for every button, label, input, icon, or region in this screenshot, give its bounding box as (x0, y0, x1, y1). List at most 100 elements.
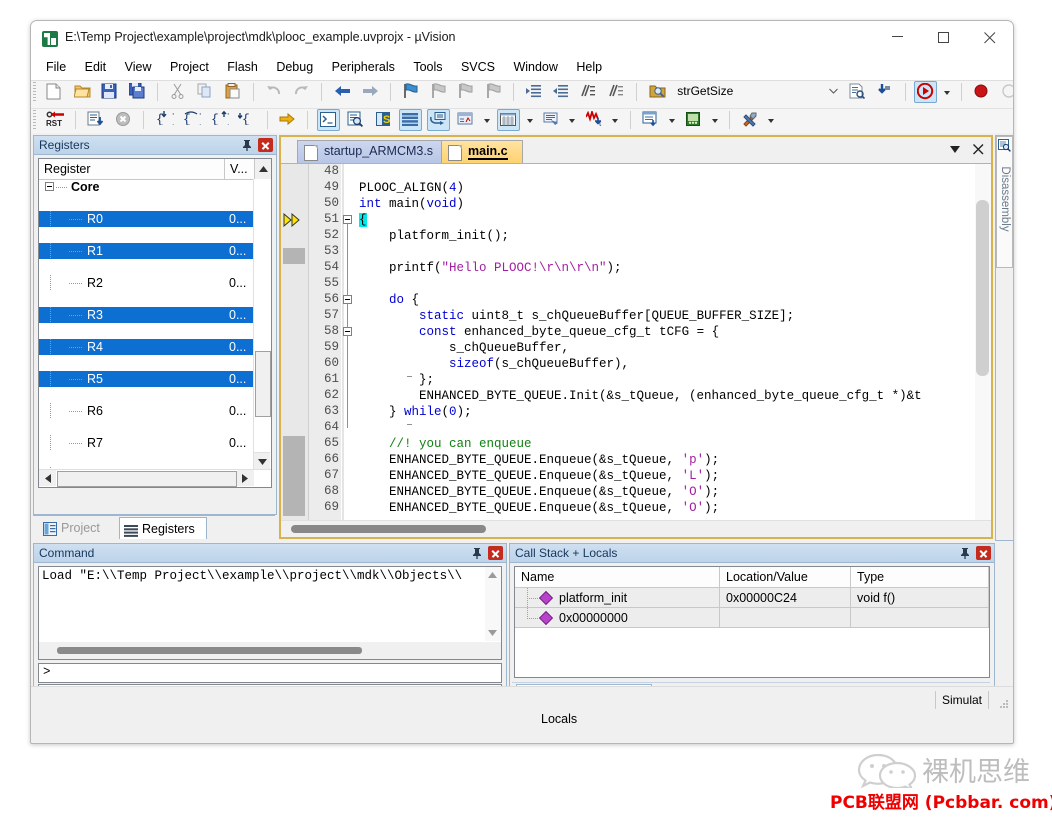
indent-left-icon[interactable] (550, 81, 573, 103)
callstack-row[interactable]: 0x00000000 (515, 608, 989, 628)
column-header-type[interactable]: Type (851, 567, 989, 587)
close-button[interactable] (967, 21, 1013, 51)
close-icon[interactable] (488, 546, 503, 560)
register-row-r1[interactable]: R1 0... (39, 243, 254, 259)
register-row-r6[interactable]: R6 0... (39, 403, 254, 419)
scroll-left-button[interactable] (39, 470, 56, 486)
tab-registers[interactable]: Registers (119, 517, 207, 539)
symbols-window-icon[interactable]: S (372, 109, 395, 131)
memory-window-dropdown-arrow[interactable] (525, 109, 536, 131)
logic-analyzer-dropdown-arrow[interactable] (610, 109, 621, 131)
register-row-r2[interactable]: R2 0... (39, 275, 254, 291)
navigate-back-icon[interactable] (331, 81, 354, 103)
scrollbar-thumb[interactable] (57, 647, 362, 654)
register-row-r0[interactable]: R0 0... (39, 211, 254, 227)
callstack-row[interactable]: platform_init 0x00000C24 void f() (515, 588, 989, 608)
fold-toggle-icon[interactable] (343, 215, 352, 224)
insert-breakpoint-icon[interactable] (970, 81, 993, 103)
column-header-register[interactable]: Register (39, 159, 225, 179)
menu-edit[interactable]: Edit (78, 57, 114, 79)
debug-options-dropdown-arrow[interactable] (942, 81, 953, 103)
disassembly-side-tab[interactable]: Disassembly (995, 135, 1013, 541)
serial-window-icon[interactable] (540, 109, 563, 131)
find-next-icon[interactable] (846, 81, 869, 103)
window-list-dropdown-icon[interactable] (945, 140, 965, 158)
resize-grip-icon[interactable] (998, 698, 1010, 710)
save-all-icon[interactable] (126, 81, 149, 103)
command-window-icon[interactable] (316, 109, 340, 131)
menu-window[interactable]: Window (506, 57, 564, 79)
scroll-right-button[interactable] (237, 470, 254, 486)
trace-window-icon[interactable] (639, 109, 662, 131)
watch-window-icon[interactable] (454, 109, 477, 131)
trace-window-dropdown-arrow[interactable] (667, 109, 678, 131)
scrollbar-thumb[interactable] (57, 471, 237, 487)
pin-icon[interactable] (240, 138, 254, 152)
minimize-button[interactable] (875, 21, 921, 51)
menu-peripherals[interactable]: Peripherals (325, 57, 402, 79)
close-icon[interactable] (976, 546, 991, 560)
register-row-r4[interactable]: R4 0... (39, 339, 254, 355)
insert-bookmark-icon[interactable] (873, 81, 896, 103)
command-output[interactable]: Load "E:\\Temp Project\\example\\project… (38, 566, 502, 660)
menu-flash[interactable]: Flash (220, 57, 265, 79)
disassembly-window-icon[interactable] (344, 109, 367, 131)
open-file-icon[interactable] (71, 81, 94, 103)
reset-cpu-icon[interactable]: RST (43, 109, 66, 131)
logic-analyzer-icon[interactable]: t (583, 109, 606, 131)
step-over-icon[interactable]: { } (180, 109, 203, 131)
menu-svcs[interactable]: SVCS (454, 57, 502, 79)
start-debug-session-icon[interactable] (914, 81, 938, 103)
disable-breakpoint-icon[interactable] (998, 81, 1013, 103)
pin-icon[interactable] (958, 546, 972, 560)
scroll-up-button[interactable] (254, 159, 271, 179)
command-output-horizontal-scrollbar[interactable] (39, 642, 501, 659)
navigate-forward-icon[interactable] (358, 81, 381, 103)
pin-icon[interactable] (470, 546, 484, 560)
menu-help[interactable]: Help (569, 57, 609, 79)
command-output-vertical-scrollbar[interactable] (485, 567, 501, 641)
column-header-location[interactable]: Location/Value (720, 567, 851, 587)
toolbar-grip[interactable] (33, 82, 36, 102)
column-header-value[interactable]: V... (225, 159, 255, 179)
step-into-icon[interactable]: { } (153, 109, 176, 131)
copy-icon[interactable] (194, 81, 217, 103)
callstack-window-icon[interactable] (426, 109, 450, 131)
bookmark-toggle-icon[interactable] (399, 81, 422, 103)
new-file-icon[interactable] (43, 81, 66, 103)
bookmark-clear-icon[interactable] (482, 81, 505, 103)
registers-vertical-scrollbar[interactable] (253, 179, 271, 470)
toolbox-icon[interactable] (739, 109, 762, 131)
serial-window-dropdown-arrow[interactable] (567, 109, 578, 131)
command-input[interactable]: > (38, 663, 502, 683)
close-editor-icon[interactable] (969, 140, 989, 158)
indent-right-icon[interactable] (523, 81, 546, 103)
chevron-down-icon[interactable] (829, 88, 839, 94)
registers-horizontal-scrollbar[interactable] (39, 469, 271, 487)
show-next-statement-icon[interactable] (276, 109, 299, 131)
system-viewer-dropdown-arrow[interactable] (710, 109, 721, 131)
maximize-button[interactable] (921, 21, 967, 51)
code-surface[interactable]: 48 49 50 51 52 53 54 55 56 57 58 59 60 6… (281, 164, 991, 537)
redo-icon[interactable] (290, 81, 313, 103)
undo-icon[interactable] (263, 81, 286, 103)
registers-group-core[interactable]: Core (39, 179, 254, 195)
editor-horizontal-scrollbar[interactable] (281, 520, 991, 537)
stop-debug-icon[interactable] (112, 109, 135, 131)
run-to-cursor-icon[interactable]: { } (235, 109, 258, 131)
register-row-r7[interactable]: R7 0... (39, 435, 254, 451)
save-icon[interactable] (98, 81, 121, 103)
disassembly-tab-panel[interactable]: Disassembly (996, 136, 1013, 268)
paste-icon[interactable] (222, 81, 245, 103)
column-header-name[interactable]: Name (515, 567, 720, 587)
register-row-r3[interactable]: R3 0... (39, 307, 254, 323)
code-folding-gutter[interactable] (341, 164, 412, 521)
fold-toggle-icon[interactable] (343, 327, 352, 336)
symbol-search-combo[interactable]: strGetSize (675, 82, 841, 102)
fold-toggle-icon[interactable] (343, 295, 352, 304)
menu-debug[interactable]: Debug (269, 57, 320, 79)
menu-tools[interactable]: Tools (406, 57, 449, 79)
cut-icon[interactable] (167, 81, 190, 103)
bookmark-prev-icon[interactable] (427, 81, 450, 103)
bookmark-next-icon[interactable] (454, 81, 477, 103)
